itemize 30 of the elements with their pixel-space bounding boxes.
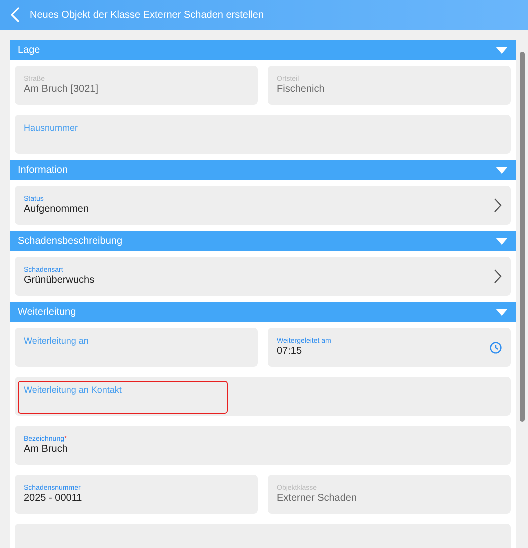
caret-icon (496, 166, 508, 174)
section-title: Information (18, 164, 68, 176)
field-value: 2025 - 00011 (24, 493, 82, 504)
field-value: Externer Schaden (277, 493, 358, 504)
section-title: Lage (18, 44, 40, 56)
field-value: 07:15 (277, 346, 304, 357)
field-value: Aufgenommen (24, 204, 90, 215)
form-field[interactable]: Weiterleitung an (15, 328, 258, 367)
section-title: Weiterleitung (18, 306, 76, 318)
chevron-right-icon (494, 269, 502, 284)
field-placeholder: Weiterleitung an (24, 336, 89, 346)
section-header[interactable]: Lage (10, 40, 516, 60)
field-value: Am Bruch (24, 444, 68, 455)
field-value: Fischenich (277, 84, 325, 95)
section-header[interactable]: Schadensbeschreibung (10, 231, 516, 251)
field-placeholder: Hausnummer (24, 123, 78, 133)
caret-icon (496, 308, 508, 316)
chevron-right-icon (494, 198, 502, 213)
caret-icon (496, 238, 508, 244)
field-placeholder: Weiterleitung an Kontakt (24, 385, 122, 395)
section-header[interactable]: Weiterleitung (10, 302, 516, 322)
clock-icon[interactable] (490, 342, 502, 354)
back-icon[interactable] (11, 7, 20, 23)
caret-icon (496, 46, 508, 54)
form-field[interactable]: Weiterleitung an Kontakt (15, 377, 511, 416)
page-title: Neues Objekt der Klasse Externer Schaden erstellen (30, 10, 264, 20)
form-field[interactable]: Hausnummer (15, 115, 511, 154)
section-title: Schadensbeschreibung (18, 236, 123, 246)
section-header[interactable]: Information (10, 160, 516, 180)
field-value: Grünüberwuchs (24, 275, 95, 286)
